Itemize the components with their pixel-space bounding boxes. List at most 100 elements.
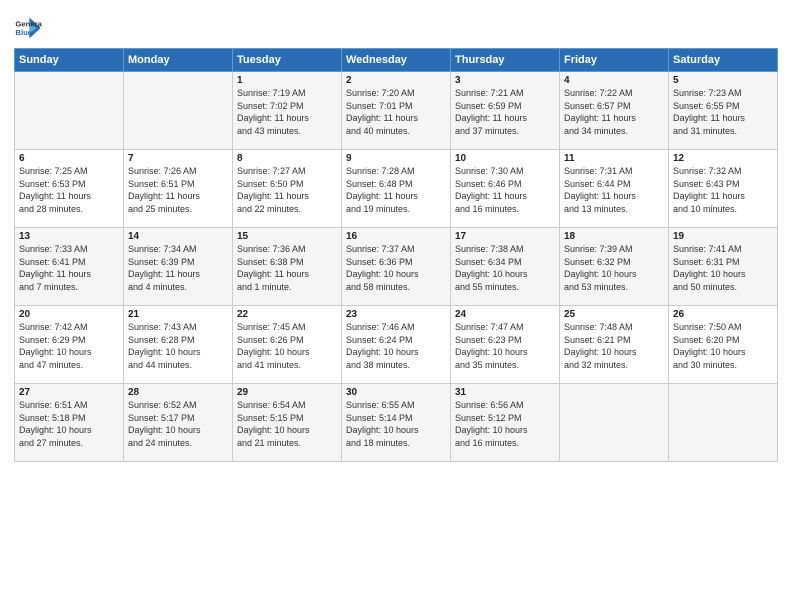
day-number: 20 (19, 309, 119, 320)
calendar-cell (560, 384, 669, 462)
day-info: Sunrise: 6:56 AM Sunset: 5:12 PM Dayligh… (455, 399, 555, 449)
calendar-cell: 9Sunrise: 7:28 AM Sunset: 6:48 PM Daylig… (342, 150, 451, 228)
day-number: 13 (19, 231, 119, 242)
calendar-container: General Blue SundayMondayTuesdayWednesda… (0, 0, 792, 612)
day-info: Sunrise: 7:21 AM Sunset: 6:59 PM Dayligh… (455, 87, 555, 137)
day-info: Sunrise: 7:19 AM Sunset: 7:02 PM Dayligh… (237, 87, 337, 137)
day-info: Sunrise: 7:50 AM Sunset: 6:20 PM Dayligh… (673, 321, 773, 371)
day-number: 26 (673, 309, 773, 320)
day-info: Sunrise: 7:36 AM Sunset: 6:38 PM Dayligh… (237, 243, 337, 293)
day-info: Sunrise: 7:34 AM Sunset: 6:39 PM Dayligh… (128, 243, 228, 293)
day-number: 15 (237, 231, 337, 242)
day-info: Sunrise: 6:52 AM Sunset: 5:17 PM Dayligh… (128, 399, 228, 449)
day-number: 9 (346, 153, 446, 164)
day-info: Sunrise: 7:38 AM Sunset: 6:34 PM Dayligh… (455, 243, 555, 293)
day-number: 17 (455, 231, 555, 242)
calendar-cell: 23Sunrise: 7:46 AM Sunset: 6:24 PM Dayli… (342, 306, 451, 384)
header: General Blue (14, 10, 778, 42)
calendar-cell: 26Sunrise: 7:50 AM Sunset: 6:20 PM Dayli… (669, 306, 778, 384)
day-info: Sunrise: 7:32 AM Sunset: 6:43 PM Dayligh… (673, 165, 773, 215)
svg-text:Blue: Blue (15, 28, 32, 37)
day-number: 6 (19, 153, 119, 164)
calendar-cell: 10Sunrise: 7:30 AM Sunset: 6:46 PM Dayli… (451, 150, 560, 228)
calendar-cell: 14Sunrise: 7:34 AM Sunset: 6:39 PM Dayli… (124, 228, 233, 306)
calendar-cell: 20Sunrise: 7:42 AM Sunset: 6:29 PM Dayli… (15, 306, 124, 384)
calendar-week-row: 13Sunrise: 7:33 AM Sunset: 6:41 PM Dayli… (15, 228, 778, 306)
day-number: 23 (346, 309, 446, 320)
calendar-cell: 28Sunrise: 6:52 AM Sunset: 5:17 PM Dayli… (124, 384, 233, 462)
day-info: Sunrise: 7:23 AM Sunset: 6:55 PM Dayligh… (673, 87, 773, 137)
calendar-cell: 12Sunrise: 7:32 AM Sunset: 6:43 PM Dayli… (669, 150, 778, 228)
calendar-cell: 17Sunrise: 7:38 AM Sunset: 6:34 PM Dayli… (451, 228, 560, 306)
calendar-cell: 19Sunrise: 7:41 AM Sunset: 6:31 PM Dayli… (669, 228, 778, 306)
day-number: 12 (673, 153, 773, 164)
calendar-cell: 31Sunrise: 6:56 AM Sunset: 5:12 PM Dayli… (451, 384, 560, 462)
day-info: Sunrise: 7:20 AM Sunset: 7:01 PM Dayligh… (346, 87, 446, 137)
calendar-cell: 2Sunrise: 7:20 AM Sunset: 7:01 PM Daylig… (342, 72, 451, 150)
logo-icon: General Blue (14, 14, 42, 42)
calendar-week-row: 6Sunrise: 7:25 AM Sunset: 6:53 PM Daylig… (15, 150, 778, 228)
calendar-cell (15, 72, 124, 150)
calendar-table: SundayMondayTuesdayWednesdayThursdayFrid… (14, 48, 778, 462)
calendar-cell: 3Sunrise: 7:21 AM Sunset: 6:59 PM Daylig… (451, 72, 560, 150)
calendar-cell: 21Sunrise: 7:43 AM Sunset: 6:28 PM Dayli… (124, 306, 233, 384)
weekday-header: Wednesday (342, 49, 451, 72)
weekday-header: Sunday (15, 49, 124, 72)
calendar-cell: 18Sunrise: 7:39 AM Sunset: 6:32 PM Dayli… (560, 228, 669, 306)
day-number: 8 (237, 153, 337, 164)
day-number: 21 (128, 309, 228, 320)
calendar-cell: 11Sunrise: 7:31 AM Sunset: 6:44 PM Dayli… (560, 150, 669, 228)
calendar-cell: 6Sunrise: 7:25 AM Sunset: 6:53 PM Daylig… (15, 150, 124, 228)
calendar-cell: 1Sunrise: 7:19 AM Sunset: 7:02 PM Daylig… (233, 72, 342, 150)
calendar-cell: 25Sunrise: 7:48 AM Sunset: 6:21 PM Dayli… (560, 306, 669, 384)
calendar-cell: 8Sunrise: 7:27 AM Sunset: 6:50 PM Daylig… (233, 150, 342, 228)
calendar-cell: 7Sunrise: 7:26 AM Sunset: 6:51 PM Daylig… (124, 150, 233, 228)
day-number: 10 (455, 153, 555, 164)
day-number: 3 (455, 75, 555, 86)
day-number: 16 (346, 231, 446, 242)
day-info: Sunrise: 7:42 AM Sunset: 6:29 PM Dayligh… (19, 321, 119, 371)
weekday-header: Tuesday (233, 49, 342, 72)
svg-text:General: General (15, 20, 42, 29)
day-info: Sunrise: 7:39 AM Sunset: 6:32 PM Dayligh… (564, 243, 664, 293)
day-info: Sunrise: 7:48 AM Sunset: 6:21 PM Dayligh… (564, 321, 664, 371)
day-info: Sunrise: 7:41 AM Sunset: 6:31 PM Dayligh… (673, 243, 773, 293)
day-info: Sunrise: 7:25 AM Sunset: 6:53 PM Dayligh… (19, 165, 119, 215)
day-number: 11 (564, 153, 664, 164)
day-info: Sunrise: 7:28 AM Sunset: 6:48 PM Dayligh… (346, 165, 446, 215)
day-info: Sunrise: 7:30 AM Sunset: 6:46 PM Dayligh… (455, 165, 555, 215)
calendar-cell (124, 72, 233, 150)
calendar-cell (669, 384, 778, 462)
day-info: Sunrise: 6:54 AM Sunset: 5:15 PM Dayligh… (237, 399, 337, 449)
day-number: 1 (237, 75, 337, 86)
day-number: 24 (455, 309, 555, 320)
day-info: Sunrise: 7:47 AM Sunset: 6:23 PM Dayligh… (455, 321, 555, 371)
day-info: Sunrise: 7:33 AM Sunset: 6:41 PM Dayligh… (19, 243, 119, 293)
day-info: Sunrise: 6:55 AM Sunset: 5:14 PM Dayligh… (346, 399, 446, 449)
weekday-header: Saturday (669, 49, 778, 72)
calendar-cell: 29Sunrise: 6:54 AM Sunset: 5:15 PM Dayli… (233, 384, 342, 462)
day-number: 22 (237, 309, 337, 320)
day-number: 25 (564, 309, 664, 320)
day-info: Sunrise: 7:22 AM Sunset: 6:57 PM Dayligh… (564, 87, 664, 137)
day-info: Sunrise: 7:46 AM Sunset: 6:24 PM Dayligh… (346, 321, 446, 371)
day-number: 4 (564, 75, 664, 86)
calendar-cell: 16Sunrise: 7:37 AM Sunset: 6:36 PM Dayli… (342, 228, 451, 306)
calendar-cell: 15Sunrise: 7:36 AM Sunset: 6:38 PM Dayli… (233, 228, 342, 306)
calendar-cell: 13Sunrise: 7:33 AM Sunset: 6:41 PM Dayli… (15, 228, 124, 306)
day-number: 14 (128, 231, 228, 242)
calendar-cell: 4Sunrise: 7:22 AM Sunset: 6:57 PM Daylig… (560, 72, 669, 150)
weekday-header: Friday (560, 49, 669, 72)
day-info: Sunrise: 7:43 AM Sunset: 6:28 PM Dayligh… (128, 321, 228, 371)
day-number: 18 (564, 231, 664, 242)
day-number: 19 (673, 231, 773, 242)
day-number: 29 (237, 387, 337, 398)
day-number: 2 (346, 75, 446, 86)
day-info: Sunrise: 7:27 AM Sunset: 6:50 PM Dayligh… (237, 165, 337, 215)
weekday-header: Monday (124, 49, 233, 72)
day-number: 30 (346, 387, 446, 398)
day-number: 31 (455, 387, 555, 398)
day-number: 5 (673, 75, 773, 86)
day-info: Sunrise: 6:51 AM Sunset: 5:18 PM Dayligh… (19, 399, 119, 449)
day-number: 28 (128, 387, 228, 398)
